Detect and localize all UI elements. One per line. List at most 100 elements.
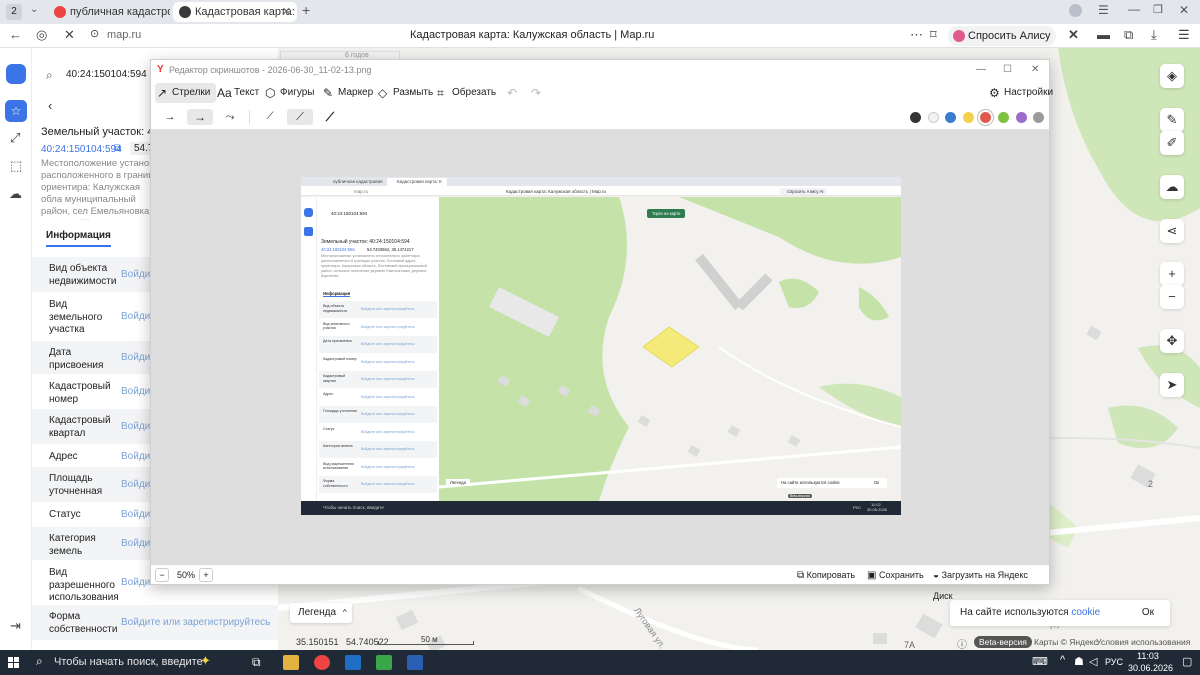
minimize-icon[interactable]: — <box>1128 2 1140 16</box>
stroke-medium[interactable]: ⟋ <box>287 109 313 125</box>
tool-text[interactable]: Aa Текст <box>215 83 259 103</box>
clock-time[interactable]: 11:03 <box>1137 651 1159 661</box>
search-input[interactable]: 40:24:150104:594 <box>66 69 147 80</box>
info-row-login-link[interactable]: Войдите или зарегистрируйтесь <box>121 617 270 628</box>
close-icon[interactable]: ✕ <box>1031 60 1039 80</box>
new-tab-icon[interactable]: + <box>302 2 310 18</box>
app-logo-icon[interactable] <box>6 64 26 84</box>
minimize-icon[interactable]: — <box>976 60 986 80</box>
keyboard-icon[interactable]: ⌨ <box>1032 655 1048 668</box>
move-button[interactable]: ✥ <box>1160 329 1184 353</box>
edit-button[interactable]: ✐ <box>1160 131 1184 155</box>
info-row-login-link[interactable]: Войди <box>121 311 150 322</box>
close-window-icon[interactable]: ✕ <box>1179 3 1189 17</box>
info-row-login-link[interactable]: Войди <box>121 451 150 462</box>
tab-cadastre-public[interactable]: публичная кадастровая к <box>48 2 170 22</box>
settings-button[interactable]: ⚙ Настройки <box>987 83 1053 103</box>
bookmarks-icon[interactable]: ☰ <box>1098 3 1109 17</box>
cookie-ok-button[interactable]: Ок <box>1142 600 1154 626</box>
copy-button[interactable]: ⧉ Копировать <box>797 565 855 586</box>
logout-icon[interactable]: ⇥ <box>10 618 21 634</box>
copy-icon[interactable]: ⧉ <box>114 143 121 154</box>
tab-count-badge[interactable]: 2 <box>6 4 22 20</box>
color-swatch[interactable] <box>1033 112 1045 123</box>
ruler-button[interactable]: ✎ <box>1160 108 1184 132</box>
legend-button[interactable]: Легенда ^ <box>290 603 352 623</box>
measure-icon[interactable]: ⤢ <box>10 130 20 146</box>
word-icon[interactable] <box>407 655 423 670</box>
color-swatch[interactable] <box>1015 112 1027 123</box>
site-info-icon[interactable]: ⊙ <box>90 27 99 40</box>
redo-icon[interactable]: ↷ <box>531 86 541 100</box>
back-icon[interactable]: ← <box>9 27 22 42</box>
volume-icon[interactable]: ◁ <box>1089 655 1097 668</box>
yandex-id-icon[interactable]: ◎ <box>36 27 47 43</box>
color-swatch[interactable] <box>980 112 992 123</box>
windows-start-icon[interactable] <box>8 657 19 668</box>
copyright[interactable]: Карты © Яндекс <box>1034 637 1098 647</box>
editor-canvas[interactable]: публичная кадастровая Кадастровая карта:… <box>151 129 1049 565</box>
info-row-login-link[interactable]: Войди <box>121 538 150 549</box>
profile-icon[interactable] <box>1069 4 1082 17</box>
arrow-style-thin[interactable]: → <box>159 110 181 124</box>
upload-cloud-button[interactable]: ☁ <box>1160 175 1184 199</box>
tool-arrows[interactable]: ↗ Стрелки <box>155 83 217 103</box>
select-area-icon[interactable]: ⬚ <box>10 158 22 174</box>
favorites-icon[interactable]: ☆ <box>5 100 27 122</box>
menu-icon[interactable]: ☰ <box>1178 27 1190 43</box>
terms-link[interactable]: Условия использования <box>1096 637 1190 647</box>
maximize-icon[interactable]: ☐ <box>1003 60 1012 80</box>
downloads-icon[interactable]: ⤓ <box>1151 27 1157 43</box>
geolocation-button[interactable]: ➤ <box>1160 373 1184 397</box>
info-row-login-link[interactable]: Войди <box>121 269 150 280</box>
color-swatch[interactable] <box>927 112 939 123</box>
info-row-login-link[interactable]: Войди <box>121 386 150 397</box>
back-arrow-icon[interactable]: ‹ <box>48 98 52 113</box>
extension-logo-icon[interactable]: ✕ <box>1068 27 1079 43</box>
stop-loading-icon[interactable]: ✕ <box>64 27 75 43</box>
clock-date[interactable]: 30.06.2026 <box>1128 663 1173 673</box>
stroke-thick[interactable]: ⟋ <box>319 110 341 124</box>
task-view-icon[interactable]: ⧉ <box>252 655 261 670</box>
color-swatch[interactable] <box>945 112 957 123</box>
undo-icon[interactable]: ↶ <box>507 86 517 100</box>
color-swatch[interactable] <box>998 112 1009 123</box>
zoom-in-button[interactable]: + <box>1160 262 1184 286</box>
save-button[interactable]: ▣ Сохранить <box>867 565 924 586</box>
arrow-style-bold[interactable]: → <box>187 109 213 125</box>
file-explorer-icon[interactable] <box>283 655 299 670</box>
layers-button[interactable]: ◈ <box>1160 64 1184 88</box>
tab-cadastre-map[interactable]: Кадастровая карта: Ка ✕ <box>173 2 297 22</box>
bookmark-icon[interactable]: ⌑ <box>930 27 937 43</box>
zoom-out-button[interactable]: − <box>155 568 169 582</box>
notifications-icon[interactable]: ▢ <box>1182 655 1192 668</box>
info-row-login-link[interactable]: Войди <box>121 352 150 363</box>
more-icon[interactable]: ⋯ <box>910 27 923 43</box>
zoom-out-button[interactable]: − <box>1160 285 1184 309</box>
tool-shapes[interactable]: ⬡ Фигуры <box>263 83 314 103</box>
layers-cloud-icon[interactable]: ☁ <box>9 186 22 202</box>
arrow-style-curved[interactable]: ⤳ <box>219 110 241 124</box>
close-tab-icon[interactable]: ✕ <box>282 2 291 22</box>
network-icon[interactable]: ☗ <box>1074 655 1084 668</box>
cadastral-link[interactable]: 40:24:150104:594 <box>41 144 122 155</box>
extensions-icon[interactable]: ⧉ <box>1124 27 1133 43</box>
chevron-up-icon[interactable]: ^ <box>1060 654 1065 666</box>
info-row-login-link[interactable]: Войди <box>121 421 150 432</box>
help-icon[interactable]: ⓘ <box>957 636 967 651</box>
tabs-dropdown-icon[interactable]: ⌄ <box>30 4 38 15</box>
stroke-thin[interactable]: ⟋ <box>259 110 281 124</box>
share-button[interactable]: ⋖ <box>1160 219 1184 243</box>
maximize-icon[interactable]: ❐ <box>1153 3 1163 16</box>
app-house-icon[interactable] <box>376 655 392 670</box>
url-text[interactable]: map.ru <box>107 29 141 41</box>
zoom-in-button[interactable]: + <box>199 568 213 582</box>
taskbar-search[interactable]: ⌕ Чтобы начать поиск, введите ✦ <box>30 652 240 673</box>
outlook-icon[interactable] <box>345 655 361 670</box>
tool-crop[interactable]: ⌗ Обрезать <box>435 83 496 103</box>
cookie-link[interactable]: cookie <box>1071 607 1100 618</box>
color-swatch[interactable] <box>910 112 921 123</box>
tool-blur[interactable]: ◇ Размыть <box>376 83 433 103</box>
screenshot-preview[interactable]: публичная кадастровая Кадастровая карта:… <box>301 177 901 515</box>
upload-disk-button[interactable]: ◒ Загрузить на Яндекс Диск <box>933 565 1049 606</box>
